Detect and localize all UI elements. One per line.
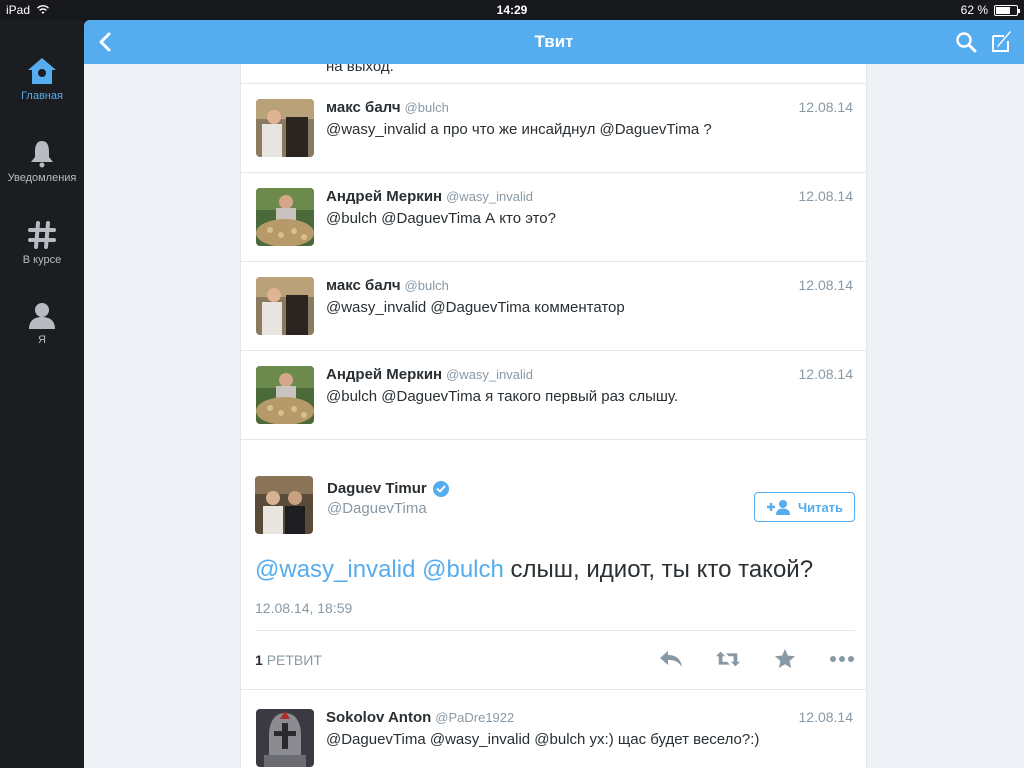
- battery-icon: [994, 4, 1020, 16]
- person-icon: [29, 303, 55, 329]
- follow-button-label: Читать: [797, 499, 844, 515]
- tweet-body: слыш, идиот, ты кто такой?: [510, 556, 814, 583]
- list-item[interactable]: Андрей Меркин @wasy_invalid 12.08.14 @bul…: [241, 351, 866, 440]
- status-bar: iPad 14:29 62 %: [0, 0, 1024, 20]
- retweet-number: 1: [255, 652, 263, 668]
- sidebar: Главная Уведомления В курсе Я: [0, 20, 84, 768]
- tweet-text: @wasy_invalid @DaguevTima комментатор: [326, 299, 625, 316]
- tweet-text: @bulch @DaguevTima я такого первый раз с…: [326, 388, 679, 405]
- author-handle: @DaguevTima: [327, 500, 427, 517]
- search-icon[interactable]: [954, 30, 978, 54]
- tweet-text: @wasy_invalid @bulch слыш, идиот, ты кто…: [255, 556, 813, 584]
- author-name: Андрей Меркин @wasy_invalid: [326, 366, 534, 383]
- add-user-icon: [766, 500, 790, 515]
- retweet-count[interactable]: 1 РЕТВИТ: [255, 652, 322, 668]
- verified-badge-icon: [432, 480, 449, 497]
- tweet-text: @wasy_invalid а про что же инсайднул @Da…: [326, 121, 712, 138]
- avatar[interactable]: [256, 709, 314, 767]
- sidebar-item-label: Уведомления: [7, 172, 77, 184]
- list-item[interactable]: макс балч @bulch 12.08.14 @wasy_invalid @…: [241, 262, 866, 351]
- retweet-icon: [715, 651, 741, 667]
- tweet-date: 12.08.14: [798, 99, 854, 115]
- tweet-thread[interactable]: на выход. макс балч @bulch 12.08.14 @wasy…: [240, 64, 867, 768]
- reply-icon: [660, 651, 682, 667]
- author-name: Sokolov Anton @PaDre1922: [326, 709, 515, 726]
- main-panel: Твит на выход. макс балч @bulch 12.08.14…: [84, 20, 1024, 768]
- hashtag-icon: [28, 221, 56, 249]
- mention-link[interactable]: @bulch: [422, 556, 504, 583]
- author-handle: @bulch: [404, 100, 449, 115]
- author-name: Daguev Timur: [327, 480, 449, 497]
- sidebar-item-notifications[interactable]: Уведомления: [0, 138, 84, 184]
- mention-link[interactable]: @wasy_invalid: [255, 556, 415, 583]
- list-item[interactable]: на выход.: [241, 64, 866, 84]
- favorite-button[interactable]: [772, 646, 798, 672]
- avatar[interactable]: [256, 366, 314, 424]
- tweet-date: 12.08.14: [798, 709, 854, 725]
- more-dots-icon: [830, 656, 854, 662]
- avatar[interactable]: [256, 188, 314, 246]
- tweet-text: на выход.: [326, 64, 394, 75]
- author-handle: @PaDre1922: [435, 710, 515, 725]
- list-item[interactable]: Sokolov Anton @PaDre1922 12.08.14 @Daguev…: [241, 694, 866, 768]
- retweet-label: РЕТВИТ: [266, 652, 322, 668]
- sidebar-item-me[interactable]: Я: [0, 300, 84, 346]
- author-name: макс балч @bulch: [326, 99, 449, 116]
- list-item[interactable]: Андрей Меркин @wasy_invalid 12.08.14 @bul…: [241, 173, 866, 262]
- top-bar: Твит: [84, 20, 1024, 64]
- focused-tweet: Daguev Timur @DaguevTima Читать @wasy_in…: [241, 460, 866, 690]
- compose-icon[interactable]: [990, 30, 1014, 54]
- author-name: Андрей Меркин @wasy_invalid: [326, 188, 534, 205]
- tweet-text: @bulch @DaguevTima А кто это?: [326, 210, 556, 227]
- more-button[interactable]: [829, 646, 855, 672]
- tweet-timestamp: 12.08.14, 18:59: [255, 600, 353, 616]
- clock: 14:29: [496, 3, 528, 17]
- tweet-actions: [658, 646, 855, 672]
- star-icon: [775, 649, 795, 668]
- sidebar-item-discover[interactable]: В курсе: [0, 220, 84, 266]
- avatar[interactable]: [255, 476, 313, 534]
- avatar[interactable]: [256, 277, 314, 335]
- avatar[interactable]: [256, 99, 314, 157]
- tweet-date: 12.08.14: [798, 188, 854, 204]
- list-item[interactable]: макс балч @bulch 12.08.14 @wasy_invalid а…: [241, 84, 866, 173]
- bell-icon: [31, 141, 53, 168]
- sidebar-item-label: В курсе: [22, 254, 62, 266]
- page-title: Твит: [534, 32, 574, 51]
- follow-button[interactable]: Читать: [754, 492, 855, 522]
- sidebar-item-label: Главная: [21, 90, 63, 102]
- author-handle: @bulch: [404, 278, 449, 293]
- reply-button[interactable]: [658, 646, 684, 672]
- sidebar-item-label: Я: [38, 334, 46, 346]
- author-name: макс балч @bulch: [326, 277, 449, 294]
- sidebar-item-home[interactable]: Главная: [0, 56, 84, 102]
- tweet-date: 12.08.14: [798, 366, 854, 382]
- author-handle: @wasy_invalid: [446, 189, 534, 204]
- author-handle: @wasy_invalid: [446, 367, 534, 382]
- battery-percent: 62 %: [960, 3, 988, 17]
- retweet-button[interactable]: [715, 646, 741, 672]
- divider: [255, 630, 855, 631]
- home-icon: [28, 58, 56, 84]
- tweet-text: @DaguevTima @wasy_invalid @bulch ух:) ща…: [326, 731, 760, 748]
- tweet-date: 12.08.14: [798, 277, 854, 293]
